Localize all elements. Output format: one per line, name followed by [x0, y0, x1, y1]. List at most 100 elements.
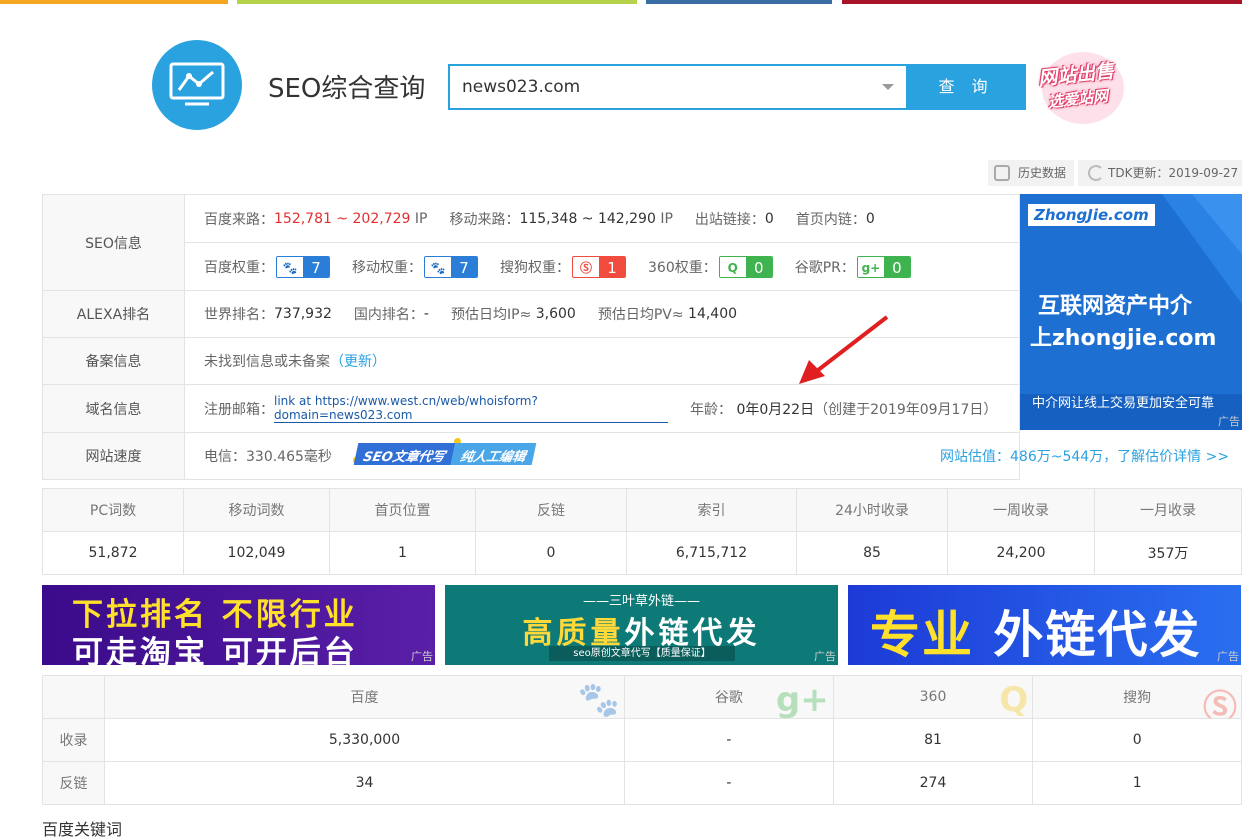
- banner3-white: 外链代发: [993, 606, 1202, 664]
- weight360-label: 360权重：: [648, 259, 717, 276]
- mobile-weight-value: 7: [451, 256, 477, 277]
- history-data-button[interactable]: 历史数据: [988, 160, 1074, 186]
- age-label: 年龄：: [690, 401, 732, 418]
- baidu-paw-icon: 🐾: [277, 256, 303, 277]
- site-sale-badge[interactable]: 网站出售 选爱站网: [1037, 52, 1128, 124]
- baidu-paw-icon: 🐾: [577, 680, 621, 719]
- stats-value-row: 51,872 102,049 1 0 6,715,712 85 24,200 3…: [42, 531, 1242, 575]
- stats-value[interactable]: 0: [475, 531, 627, 575]
- dropdown-caret-icon[interactable]: [882, 84, 894, 90]
- valuation-link[interactable]: 网站估值：486万~544万，了解估价详情 >>: [940, 446, 1229, 466]
- google-pr-value: 0: [883, 256, 910, 277]
- mobile-weight-label: 移动权重：: [352, 259, 422, 276]
- tdk-update-button[interactable]: TDK更新：2019-09-27: [1078, 160, 1242, 186]
- ad-line2: 上zhongjie.com: [1030, 326, 1217, 351]
- stats-value[interactable]: 102,049: [183, 531, 330, 575]
- weight360-value: 0: [745, 256, 772, 277]
- engine-name: 搜狗: [1123, 690, 1152, 706]
- search-input[interactable]: [450, 66, 850, 108]
- engine-header-sogou: 搜狗 Ⓢ: [1032, 675, 1242, 719]
- stats-header: PC词数: [42, 488, 184, 532]
- ad-mark: 广告: [1218, 415, 1240, 428]
- 360-search-icon: Q: [999, 680, 1029, 719]
- zhongjie-side-ad[interactable]: ZhongJie.com 互联网资产中介 上zhongjie.com 中介网让线…: [1020, 194, 1242, 430]
- search-box[interactable]: [448, 64, 908, 110]
- outlinks-label: 出站链接：: [694, 211, 765, 228]
- banner-ad-ranking[interactable]: 下拉排名 不限行业 可走淘宝 可开后台 广告: [42, 585, 435, 665]
- ad-line1: 互联网资产中介: [1038, 294, 1193, 319]
- beian-update-link[interactable]: （更新）: [330, 351, 386, 371]
- sogou-weight-badge[interactable]: Ⓢ 1: [572, 255, 626, 278]
- banner3-main: 专业 外链代发: [870, 595, 1201, 665]
- mobile-traffic-unit: IP: [660, 210, 673, 227]
- telecom-speed: 电信：330.465毫秒: [204, 449, 332, 465]
- baidu-weight-badge[interactable]: 🐾 7: [276, 255, 330, 278]
- engine-cell[interactable]: 34: [103, 761, 626, 805]
- seo-logo-icon: [152, 40, 242, 130]
- email-link[interactable]: link at https://www.west.cn/web/whoisfor…: [274, 394, 668, 423]
- row-label: 网站速度: [43, 433, 185, 479]
- age-value: 0年0月22日: [736, 401, 815, 418]
- top-ad-4[interactable]: [842, 0, 1242, 4]
- top-ad-3[interactable]: [646, 0, 832, 4]
- banner2-top: ——三叶草外链——: [582, 594, 700, 609]
- row-label: SEO信息: [43, 195, 185, 290]
- sogou-weight-value: 1: [599, 256, 625, 277]
- engine-header-row: 百度 🐾 谷歌 g+ 360 Q 搜狗 Ⓢ: [42, 675, 1242, 719]
- stats-header: 移动词数: [183, 488, 330, 532]
- search-button[interactable]: 查 询: [906, 64, 1026, 110]
- google-pr-badge[interactable]: g+ 0: [856, 255, 911, 278]
- engine-cell[interactable]: 1: [1032, 761, 1242, 805]
- email-label: 注册邮箱：: [204, 401, 274, 418]
- engine-name: 百度: [350, 690, 379, 706]
- sogou-s-icon: Ⓢ: [1203, 688, 1237, 719]
- engine-row-index: 收录 5,330,000 - 81 0: [42, 718, 1242, 762]
- homepage-links-value[interactable]: 0: [866, 211, 875, 227]
- daily-ip-value: 3,600: [535, 306, 576, 322]
- baidu-weight-value: 7: [303, 256, 329, 277]
- daily-ip-label: 预估日均IP≈: [450, 307, 532, 323]
- outlinks-value[interactable]: 0: [765, 211, 774, 227]
- engine-name: 360: [919, 689, 947, 705]
- weight360-badge[interactable]: Q 0: [718, 255, 773, 278]
- stats-value[interactable]: 85: [796, 531, 948, 575]
- stats-header: 索引: [626, 488, 797, 532]
- red-arrow-annotation: [799, 315, 889, 384]
- stats-value[interactable]: 51,872: [42, 531, 184, 575]
- baidu-traffic-unit: IP: [414, 210, 428, 227]
- world-rank-value: 737,932: [274, 306, 332, 322]
- banner-ad-links[interactable]: 专业 外链代发 广告: [848, 585, 1241, 665]
- stats-header-row: PC词数 移动词数 首页位置 反链 索引 24小时收录 一周收录 一月收录: [42, 488, 1242, 532]
- mobile-weight-badge[interactable]: 🐾 7: [424, 255, 478, 278]
- engine-cell[interactable]: -: [624, 761, 834, 805]
- stats-value[interactable]: 1: [329, 531, 476, 575]
- engine-cell[interactable]: 0: [1032, 718, 1242, 762]
- beian-text: 未找到信息或未备案: [204, 354, 330, 370]
- stats-header: 一周收录: [947, 488, 1095, 532]
- seo-writing-ad[interactable]: SEO文章代写 纯人工编辑: [353, 438, 537, 465]
- banner3-yellow: 专业: [870, 606, 974, 664]
- top-ad-1[interactable]: [0, 0, 228, 4]
- engine-cell[interactable]: 81: [832, 718, 1034, 762]
- stats-table: PC词数 移动词数 首页位置 反链 索引 24小时收录 一周收录 一月收录 51…: [42, 488, 1242, 575]
- stats-header: 首页位置: [329, 488, 476, 532]
- engine-row-label: 反链: [42, 761, 105, 805]
- engine-cell[interactable]: 274: [832, 761, 1034, 805]
- stats-value[interactable]: 24,200: [947, 531, 1095, 575]
- engine-header-baidu: 百度 🐾: [103, 675, 626, 719]
- banner-ad-backlinks[interactable]: ——三叶草外链—— 高质量外链代发 seo原创文章代写【质量保证】 广告: [445, 585, 838, 665]
- top-banner-strip: [0, 0, 1256, 14]
- top-ad-2[interactable]: [237, 0, 637, 4]
- section-title-baidu-keywords: 百度关键词: [42, 820, 123, 839]
- engine-header-google: 谷歌 g+: [624, 675, 834, 719]
- stats-value[interactable]: 357万: [1094, 531, 1242, 575]
- homepage-links-label: 首页内链：: [795, 211, 866, 228]
- engine-cell[interactable]: -: [624, 718, 834, 762]
- zhongjie-logo: ZhongJie.com: [1028, 204, 1155, 226]
- tdk-label: TDK更新：2019-09-27: [1108, 166, 1239, 180]
- stats-value[interactable]: 6,715,712: [626, 531, 797, 575]
- baidu-traffic-value: 152,781 ~ 202,729: [274, 210, 411, 227]
- sogou-s-icon: Ⓢ: [573, 256, 599, 277]
- domain-row: 域名信息 注册邮箱： link at https://www.west.cn/w…: [43, 384, 1019, 432]
- engine-cell[interactable]: 5,330,000: [103, 718, 626, 762]
